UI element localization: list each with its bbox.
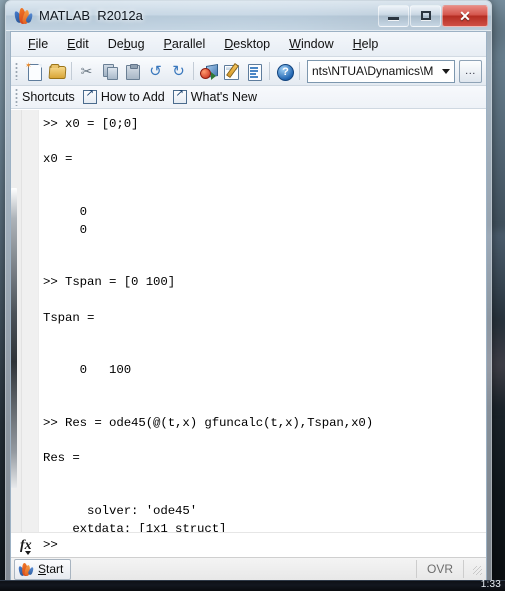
shortcut-how-to-add[interactable]: How to Add bbox=[101, 90, 165, 104]
redo-button[interactable]: ↻ bbox=[167, 60, 190, 83]
guide-icon bbox=[223, 62, 240, 80]
command-prompt-row[interactable]: fx >> bbox=[11, 532, 486, 557]
shortcut-whats-new[interactable]: What's New bbox=[191, 90, 257, 104]
profiler-icon bbox=[246, 63, 263, 81]
current-folder-combobox[interactable]: nts\NTUA\Dynamics\M bbox=[307, 59, 455, 83]
panel-splitter-handle[interactable] bbox=[11, 188, 17, 488]
shortcuts-drag-grip[interactable] bbox=[15, 88, 18, 106]
chevron-down-icon[interactable] bbox=[438, 62, 454, 81]
up-one-level-button[interactable] bbox=[486, 60, 487, 82]
browse-folder-button[interactable]: ... bbox=[459, 59, 482, 83]
function-browser-icon[interactable]: fx bbox=[20, 536, 37, 555]
new-script-icon: ✶ bbox=[25, 61, 42, 81]
paste-icon bbox=[124, 63, 141, 80]
windows-taskbar: 1:33 bbox=[0, 579, 505, 591]
menu-edit[interactable]: Edit bbox=[58, 35, 99, 53]
command-window[interactable]: >> x0 = [0;0] x0 = 0 0 >> Tspan = [0 100… bbox=[11, 109, 486, 532]
minimize-icon bbox=[388, 17, 399, 20]
open-file-button[interactable] bbox=[45, 60, 68, 83]
simulink-library-button[interactable] bbox=[197, 60, 220, 83]
redo-icon: ↻ bbox=[172, 61, 185, 80]
cut-icon: ✂ bbox=[80, 62, 93, 79]
profiler-button[interactable] bbox=[243, 60, 266, 83]
command-window-output: >> x0 = [0;0] x0 = 0 0 >> Tspan = [0 100… bbox=[43, 117, 374, 532]
resize-grip-icon[interactable] bbox=[468, 561, 484, 577]
shortcuts-label: Shortcuts bbox=[22, 90, 75, 104]
help-button[interactable]: ? bbox=[273, 60, 296, 83]
toolbar-drag-grip[interactable] bbox=[15, 62, 18, 80]
simulink-library-icon bbox=[200, 63, 218, 80]
chevron-down-icon bbox=[25, 551, 31, 555]
toolbar-separator bbox=[193, 62, 194, 80]
start-button-label: Start bbox=[38, 562, 64, 576]
new-script-button[interactable]: ✶ bbox=[22, 60, 45, 83]
command-window-gutter bbox=[22, 110, 39, 532]
cut-button[interactable]: ✂ bbox=[75, 60, 98, 83]
matlab-membrane-logo bbox=[17, 562, 35, 577]
minimize-button[interactable] bbox=[378, 4, 409, 27]
shortcut-arrow-icon bbox=[172, 88, 187, 104]
paste-button[interactable] bbox=[121, 60, 144, 83]
guide-button[interactable] bbox=[220, 60, 243, 83]
menu-debug[interactable]: Debug bbox=[99, 35, 155, 53]
window-controls: ✕ bbox=[377, 4, 488, 27]
command-prompt-chevrons: >> bbox=[43, 538, 58, 552]
copy-icon bbox=[101, 63, 118, 80]
open-file-icon bbox=[48, 63, 67, 80]
menu-help[interactable]: Help bbox=[344, 35, 389, 53]
dock-strip bbox=[11, 110, 22, 532]
menu-bar: File Edit Debug Parallel Desktop Window … bbox=[11, 32, 486, 57]
matlab-main-window: MATLAB R2012a ✕ File Edit Debug Parallel… bbox=[5, 0, 492, 581]
copy-button[interactable] bbox=[98, 60, 121, 83]
status-bar: Start OVR bbox=[11, 557, 486, 580]
maximize-restore-icon bbox=[420, 11, 431, 20]
toolbar-separator bbox=[299, 62, 300, 80]
close-button[interactable]: ✕ bbox=[442, 4, 488, 27]
current-folder-path: nts\NTUA\Dynamics\M bbox=[312, 64, 434, 78]
maximize-button[interactable] bbox=[410, 4, 441, 27]
shortcut-arrow-icon bbox=[82, 88, 97, 104]
main-toolbar: ✶ ✂ ↺ ↻ ? nts\NTUA\Dynamics\M ... bbox=[11, 57, 486, 86]
undo-icon: ↺ bbox=[149, 61, 162, 80]
start-button[interactable]: Start bbox=[14, 558, 72, 580]
matlab-membrane-logo bbox=[12, 7, 34, 24]
help-icon: ? bbox=[276, 63, 294, 81]
taskbar-clock[interactable]: 1:33 bbox=[481, 579, 501, 590]
menu-window[interactable]: Window bbox=[280, 35, 343, 53]
window-title: MATLAB R2012a bbox=[39, 8, 143, 23]
undo-button[interactable]: ↺ bbox=[144, 60, 167, 83]
menu-file[interactable]: File bbox=[19, 35, 58, 53]
overwrite-mode-indicator[interactable]: OVR bbox=[415, 560, 464, 578]
close-icon: ✕ bbox=[459, 7, 471, 24]
shortcuts-toolbar: Shortcuts How to Add What's New bbox=[11, 86, 486, 109]
window-titlebar[interactable]: MATLAB R2012a ✕ bbox=[6, 1, 491, 31]
toolbar-separator bbox=[269, 62, 270, 80]
menu-desktop[interactable]: Desktop bbox=[215, 35, 280, 53]
toolbar-separator bbox=[71, 62, 72, 80]
menu-parallel[interactable]: Parallel bbox=[155, 35, 216, 53]
window-client-area: File Edit Debug Parallel Desktop Window … bbox=[10, 31, 487, 580]
